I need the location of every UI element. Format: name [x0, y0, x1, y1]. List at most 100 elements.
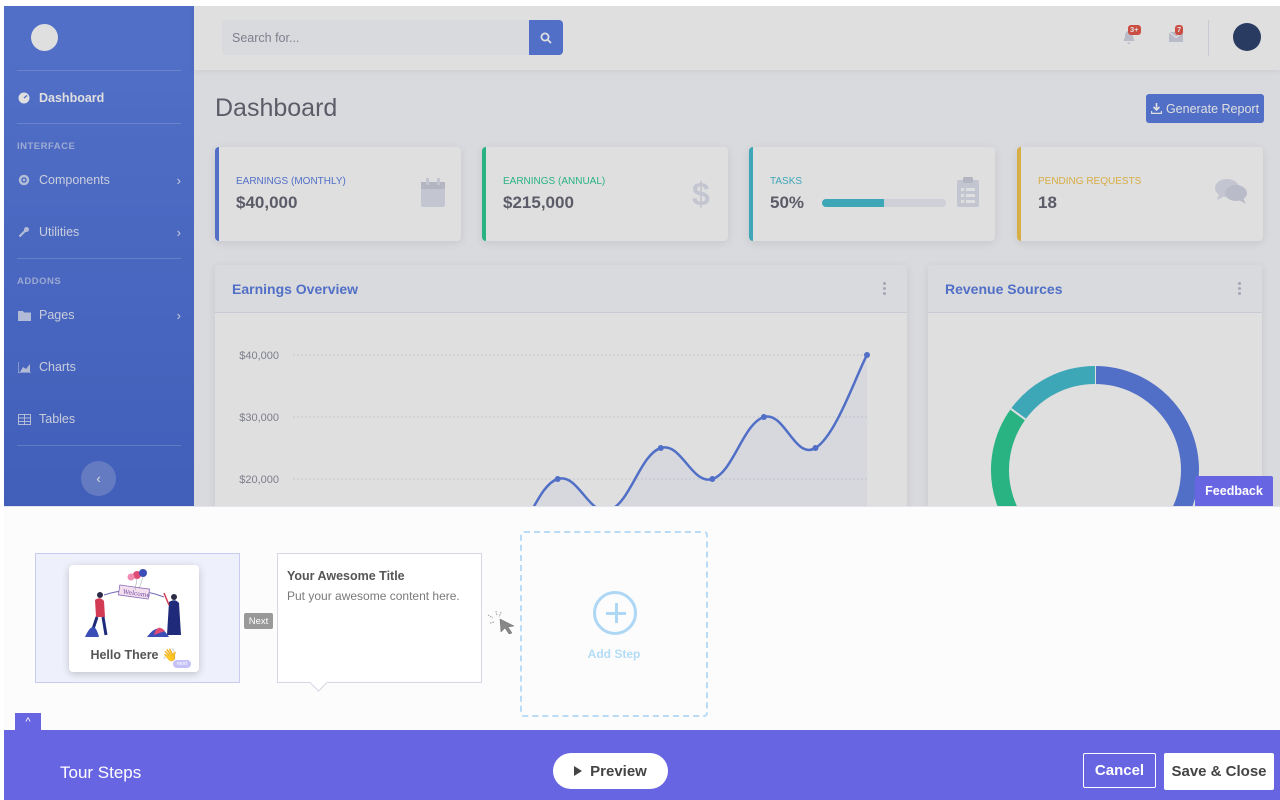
tour-steps-panel: Welcome Hello There 👋 next Next Your Awe…: [4, 506, 1280, 731]
stat-label: TASKS: [770, 176, 803, 187]
table-icon: [17, 413, 31, 425]
calendar-icon: [421, 178, 445, 207]
step-1-mini-next: next: [172, 660, 191, 668]
sidebar-item-label: Components: [39, 173, 110, 187]
step-preview-card: Welcome Hello There 👋 next: [69, 565, 199, 672]
comments-icon: [1215, 179, 1247, 204]
welcome-illustration: Welcome: [85, 569, 181, 637]
tasks-progress-fill: [822, 199, 884, 207]
clipboard-list-icon: [957, 177, 979, 207]
add-step-button[interactable]: Add Step: [520, 531, 708, 717]
alerts-button[interactable]: 3+: [1122, 25, 1141, 46]
search-input[interactable]: [222, 20, 529, 55]
tasks-progress-bar: [822, 199, 946, 207]
dashboard-app: Dashboard INTERFACE Components › Utiliti…: [4, 6, 1280, 506]
donut-slice[interactable]: [1010, 366, 1096, 420]
card-menu-button[interactable]: [883, 282, 887, 297]
topbar-divider: [1208, 20, 1209, 56]
sidebar-toggle-button[interactable]: ‹: [81, 461, 116, 496]
chevron-right-icon: ›: [176, 172, 181, 188]
sidebar-divider: [17, 123, 181, 124]
footer-title: Tour Steps: [60, 763, 142, 782]
sidebar-item-pages[interactable]: Pages ›: [17, 303, 181, 327]
sidebar-item-tables[interactable]: Tables: [17, 407, 181, 431]
sidebar: Dashboard INTERFACE Components › Utiliti…: [4, 6, 194, 506]
sidebar-item-label: Utilities: [39, 225, 80, 239]
sidebar-heading-addons: ADDONS: [17, 276, 62, 287]
stat-label: PENDING REQUESTS: [1038, 176, 1142, 187]
chevron-up-icon: ^: [25, 716, 31, 728]
stat-value: $215,000: [503, 193, 574, 212]
data-point[interactable]: [657, 445, 664, 451]
sidebar-item-components[interactable]: Components ›: [17, 168, 181, 192]
collapse-panel-button[interactable]: ^: [15, 713, 41, 731]
stat-value: 50%: [770, 193, 805, 212]
data-point[interactable]: [709, 476, 716, 482]
stat-card-pending-requests: PENDING REQUESTS 18: [1017, 147, 1263, 241]
tour-footer-bar: Tour Steps Preview Cancel Save & Close: [4, 730, 1280, 800]
area-chart-icon: [17, 361, 31, 373]
donut-slice[interactable]: [991, 408, 1066, 506]
stat-card-earnings-monthly: EARNINGS (MONTHLY) $40,000: [215, 147, 461, 241]
card-menu-button[interactable]: [1238, 282, 1242, 297]
page-title: Dashboard: [215, 94, 338, 122]
data-point[interactable]: [760, 414, 767, 420]
search-form: [222, 20, 563, 55]
sidebar-item-label: Pages: [39, 308, 75, 322]
svg-text:$: $: [692, 177, 710, 209]
download-icon: [1150, 103, 1162, 114]
data-point[interactable]: [554, 476, 561, 482]
stat-label: EARNINGS (ANNUAL): [503, 176, 606, 187]
sidebar-item-utilities[interactable]: Utilities ›: [17, 220, 181, 244]
card-title: Earnings Overview: [232, 280, 359, 297]
tour-step-1[interactable]: Welcome Hello There 👋 next: [35, 553, 240, 683]
y-tick-label: $40,000: [239, 350, 279, 362]
stat-card-earnings-annual: EARNINGS (ANNUAL) $215,000 $: [482, 147, 728, 241]
search-button[interactable]: [529, 20, 563, 55]
topbar: 3+ 7: [194, 6, 1280, 70]
messages-badge: 7: [1175, 25, 1184, 35]
stat-value: 18: [1038, 193, 1057, 212]
generate-report-button[interactable]: Generate Report: [1146, 94, 1264, 123]
cog-icon: [17, 174, 31, 186]
sidebar-divider: [17, 70, 181, 71]
plus-icon: [593, 591, 637, 635]
stat-card-tasks: TASKS 50%: [749, 147, 995, 241]
dollar-icon: $: [692, 177, 710, 209]
donut-slice[interactable]: [1066, 366, 1199, 506]
sidebar-item-charts[interactable]: Charts: [17, 355, 181, 379]
step-2-body: Put your awesome content here.: [287, 589, 460, 603]
save-and-close-button[interactable]: Save & Close: [1164, 753, 1274, 790]
preview-button[interactable]: Preview: [553, 753, 668, 789]
chevron-right-icon: ›: [176, 224, 181, 240]
folder-icon: [17, 309, 31, 321]
card-title: Revenue Sources: [945, 280, 1063, 297]
window-frame-top: [0, 0, 1280, 6]
data-point[interactable]: [812, 445, 819, 451]
tour-step-2[interactable]: Your Awesome Title Put your awesome cont…: [277, 553, 482, 683]
chevron-left-icon: ‹: [96, 471, 101, 486]
sidebar-item-label: Dashboard: [39, 91, 105, 105]
sidebar-heading-interface: INTERFACE: [17, 141, 76, 152]
click-cursor-icon: [487, 610, 515, 635]
alerts-badge: 3+: [1128, 25, 1141, 35]
feedback-button[interactable]: Feedback: [1195, 476, 1273, 506]
sidebar-item-label: Tables: [39, 412, 76, 426]
card-header: Revenue Sources: [928, 265, 1262, 313]
brand-logo[interactable]: [31, 24, 58, 51]
window-frame-left: [0, 0, 4, 800]
avatar[interactable]: [1233, 23, 1261, 51]
earnings-overview-card: Earnings Overview $40,000 $30,000 $20,000: [215, 265, 907, 506]
sidebar-item-label: Charts: [39, 360, 76, 374]
tachometer-icon: [17, 92, 31, 104]
play-icon: [574, 766, 583, 776]
data-point[interactable]: [864, 352, 870, 358]
add-step-label: Add Step: [587, 647, 641, 661]
earnings-line-chart: $40,000 $30,000 $20,000: [239, 350, 870, 506]
messages-button[interactable]: 7: [1168, 25, 1185, 46]
stat-value: $40,000: [236, 193, 298, 212]
cancel-button[interactable]: Cancel: [1083, 753, 1156, 788]
next-connector-tag[interactable]: Next: [244, 613, 273, 629]
stat-label: EARNINGS (MONTHLY): [236, 176, 346, 187]
sidebar-item-dashboard[interactable]: Dashboard: [17, 86, 181, 110]
